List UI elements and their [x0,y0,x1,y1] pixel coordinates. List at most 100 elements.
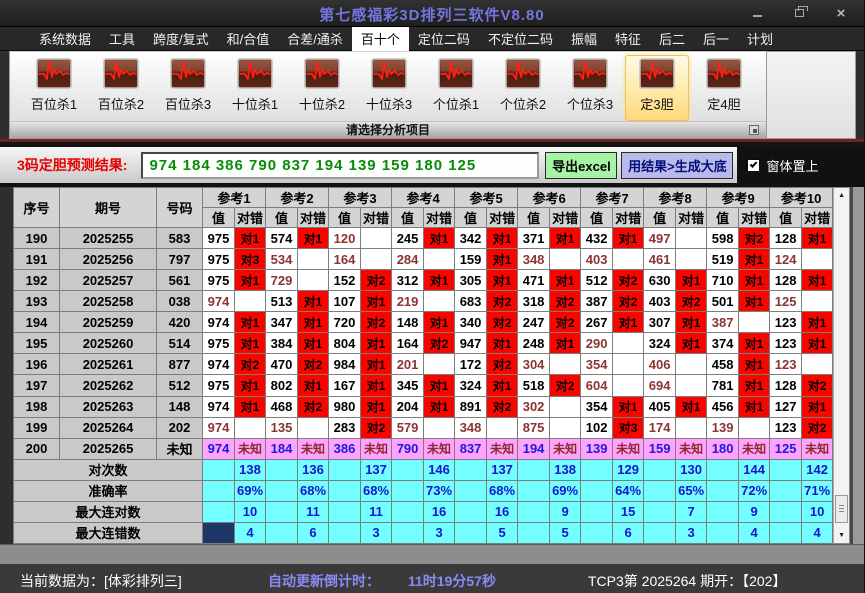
value-cell[interactable]: 461 [644,249,676,270]
dialog-launcher-icon[interactable] [749,125,759,135]
judge-cell[interactable]: 对1 [739,249,770,270]
scrollbar-down-icon[interactable]: ▼ [834,528,849,543]
value-cell[interactable]: 513 [266,291,298,312]
toolbar-button-1[interactable]: 百位杀2 [89,55,153,121]
summary-spacer-cell[interactable] [455,501,487,522]
menu-item-7[interactable]: 不定位二码 [479,25,562,52]
menu-item-8[interactable]: 振幅 [562,25,606,52]
summary-spacer-cell[interactable] [581,459,613,480]
judge-cell[interactable] [361,249,392,270]
judge-cell[interactable] [550,417,581,438]
summary-value-cell[interactable]: 64% [613,480,644,501]
judge-cell[interactable]: 未知 [361,438,392,459]
menu-item-4[interactable]: 合差/通杀 [278,25,352,52]
judge-cell[interactable] [739,417,770,438]
value-cell[interactable]: 123 [770,333,802,354]
value-cell[interactable]: 947 [455,333,487,354]
value-cell[interactable]: 974 [203,312,235,333]
summary-spacer-cell[interactable] [518,480,550,501]
value-cell[interactable]: 720 [329,312,361,333]
value-cell[interactable]: 139 [581,438,613,459]
summary-spacer-cell[interactable] [707,459,739,480]
summary-spacer-cell[interactable] [581,522,613,543]
judge-cell[interactable]: 对1 [802,396,833,417]
summary-value-cell[interactable]: 10 [802,501,833,522]
judge-cell[interactable]: 对2 [487,312,518,333]
judge-cell[interactable]: 对1 [739,375,770,396]
judge-cell[interactable] [802,354,833,375]
summary-spacer-cell[interactable] [329,459,361,480]
toolbar-button-3[interactable]: 十位杀1 [223,55,287,121]
summary-spacer-cell[interactable] [707,522,739,543]
value-cell[interactable]: 710 [707,270,739,291]
judge-cell[interactable] [235,291,266,312]
value-cell[interactable]: 267 [581,312,613,333]
toolbar-button-6[interactable]: 个位杀1 [424,55,488,121]
value-cell[interactable]: 304 [518,354,550,375]
summary-value-cell[interactable]: 72% [739,480,770,501]
value-cell[interactable]: 432 [581,228,613,249]
judge-cell[interactable]: 对2 [298,396,329,417]
judge-cell[interactable]: 对1 [235,375,266,396]
value-cell[interactable]: 534 [266,249,298,270]
summary-value-cell[interactable]: 71% [802,480,833,501]
summary-spacer-cell[interactable] [770,480,802,501]
value-cell[interactable]: 124 [770,249,802,270]
value-cell[interactable]: 729 [266,270,298,291]
summary-value-cell[interactable]: 144 [739,459,770,480]
summary-spacer-cell[interactable] [707,501,739,522]
generate-bottom-pool-button[interactable]: 用结果>生成大底 [621,152,733,179]
summary-value-cell[interactable]: 68% [361,480,392,501]
summary-value-cell[interactable]: 11 [361,501,392,522]
judge-cell[interactable]: 对1 [550,333,581,354]
value-cell[interactable]: 127 [770,396,802,417]
toolbar-button-10[interactable]: 定4胆 [692,55,756,121]
judge-cell[interactable] [424,354,455,375]
summary-spacer-cell[interactable] [203,501,235,522]
menu-item-0[interactable]: 系统数据 [30,25,100,52]
value-cell[interactable]: 630 [644,270,676,291]
judge-cell[interactable]: 对2 [298,354,329,375]
value-cell[interactable]: 501 [707,291,739,312]
summary-spacer-cell[interactable] [266,522,298,543]
value-cell[interactable]: 384 [266,333,298,354]
value-cell[interactable]: 405 [644,396,676,417]
judge-cell[interactable]: 对1 [235,333,266,354]
summary-spacer-cell[interactable] [392,522,424,543]
judge-cell[interactable] [802,291,833,312]
value-cell[interactable]: 975 [203,333,235,354]
value-cell[interactable]: 340 [455,312,487,333]
judge-cell[interactable]: 对1 [613,228,644,249]
menu-item-1[interactable]: 工具 [100,25,144,52]
judge-cell[interactable]: 对2 [487,396,518,417]
judge-cell[interactable] [550,396,581,417]
judge-cell[interactable]: 对2 [739,228,770,249]
value-cell[interactable]: 125 [770,291,802,312]
judge-cell[interactable]: 对1 [235,228,266,249]
summary-value-cell[interactable]: 3 [424,522,455,543]
judge-cell[interactable]: 对2 [361,417,392,438]
summary-spacer-cell[interactable] [518,459,550,480]
value-cell[interactable]: 174 [644,417,676,438]
summary-spacer-cell[interactable] [455,522,487,543]
prediction-input[interactable] [141,152,539,179]
summary-spacer-cell[interactable] [266,480,298,501]
judge-cell[interactable]: 对1 [676,312,707,333]
menu-item-11[interactable]: 后一 [694,25,738,52]
judge-cell[interactable] [424,291,455,312]
judge-cell[interactable]: 对1 [739,270,770,291]
value-cell[interactable]: 456 [707,396,739,417]
summary-spacer-cell[interactable] [329,480,361,501]
judge-cell[interactable]: 对1 [739,333,770,354]
summary-value-cell[interactable]: 138 [550,459,581,480]
value-cell[interactable]: 604 [581,375,613,396]
judge-cell[interactable] [739,312,770,333]
judge-cell[interactable] [550,354,581,375]
value-cell[interactable]: 307 [644,312,676,333]
summary-spacer-cell[interactable] [203,459,235,480]
toolbar-button-9[interactable]: 定3胆 [625,55,689,121]
judge-cell[interactable]: 对1 [235,270,266,291]
judge-cell[interactable]: 对1 [802,228,833,249]
judge-cell[interactable]: 对2 [235,354,266,375]
value-cell[interactable]: 159 [455,249,487,270]
